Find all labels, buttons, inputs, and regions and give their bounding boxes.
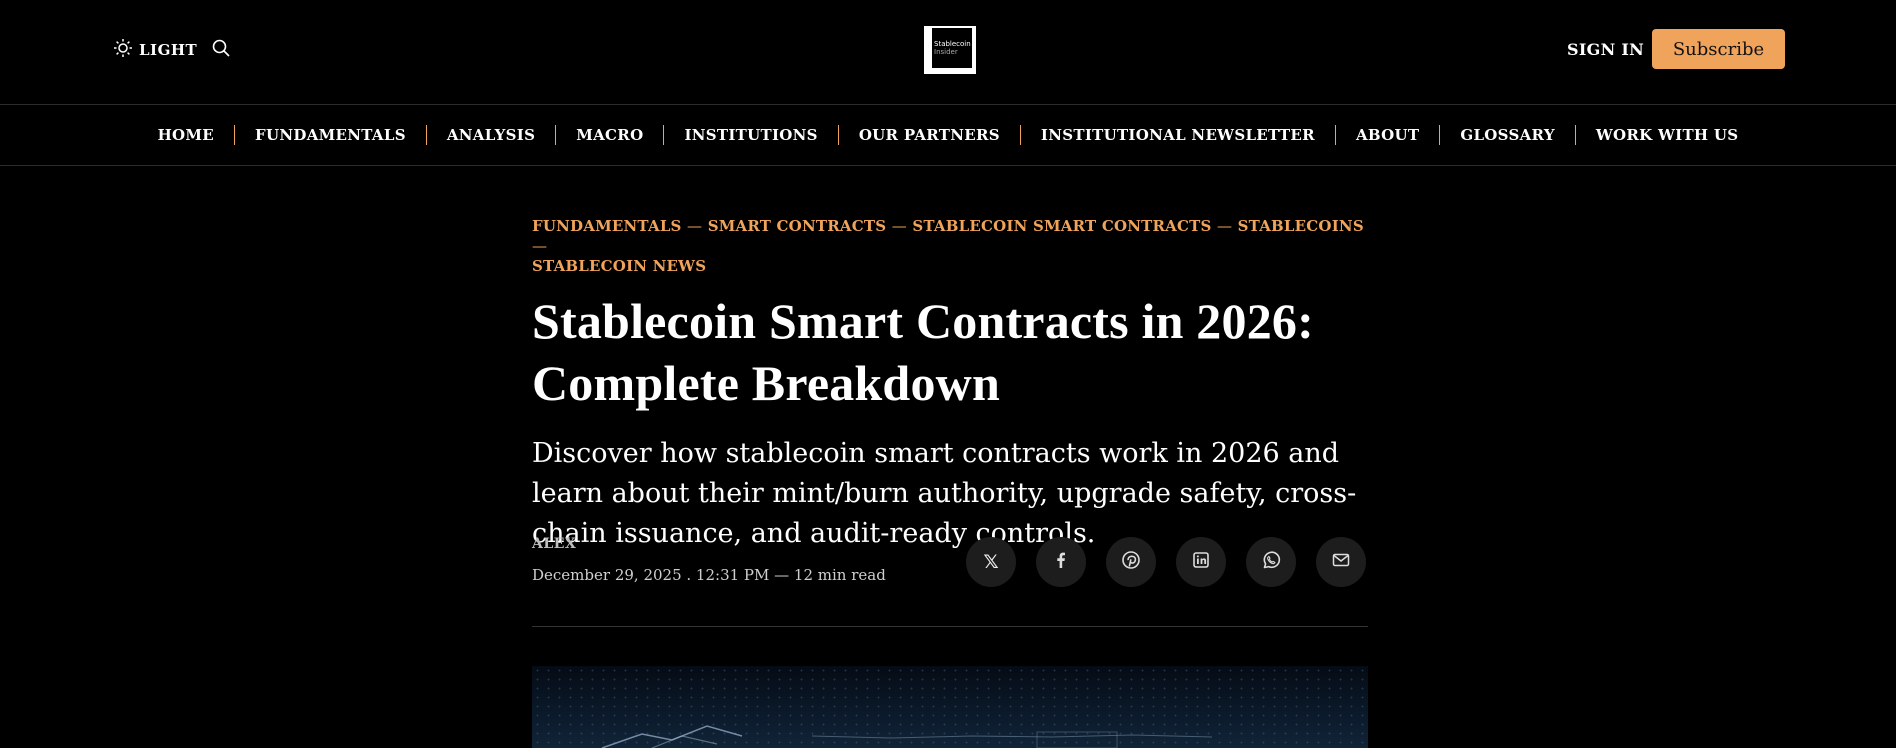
nav-item-institutional-newsletter[interactable]: INSTITUTIONAL NEWSLETTER <box>1021 126 1335 144</box>
search-button[interactable] <box>211 38 231 60</box>
article-title-line2: Complete Breakdown <box>532 355 1000 411</box>
article-title-line1: Stablecoin Smart Contracts in 2026: <box>532 293 1314 349</box>
share-email-button[interactable] <box>1316 537 1366 587</box>
share-bar: 𝕏 <box>966 537 1366 587</box>
nav-item-glossary[interactable]: GLOSSARY <box>1440 126 1575 144</box>
category-separator: — <box>532 237 548 255</box>
theme-toggle[interactable]: LIGHT <box>113 38 197 62</box>
top-bar: LIGHT Stablecoin Insider SIGN IN Subscri… <box>0 0 1896 105</box>
share-whatsapp-button[interactable] <box>1246 537 1296 587</box>
nav-item-institutions[interactable]: INSTITUTIONS <box>664 126 837 144</box>
nav-item-our-partners[interactable]: OUR PARTNERS <box>839 126 1020 144</box>
subscribe-button[interactable]: Subscribe <box>1652 29 1785 69</box>
whatsapp-icon <box>1261 550 1281 574</box>
nav-item-macro[interactable]: MACRO <box>556 126 663 144</box>
nav-item-analysis[interactable]: ANALYSIS <box>427 126 555 144</box>
pinterest-icon <box>1121 550 1141 574</box>
sun-icon <box>113 38 133 62</box>
category-separator: — <box>891 217 907 235</box>
category-link-stablecoins[interactable]: STABLECOINS <box>1238 217 1364 235</box>
share-x-button[interactable]: 𝕏 <box>966 537 1016 587</box>
theme-label: LIGHT <box>139 41 198 59</box>
main-nav: HOME FUNDAMENTALS ANALYSIS MACRO INSTITU… <box>0 104 1896 166</box>
share-pinterest-button[interactable] <box>1106 537 1156 587</box>
share-facebook-button[interactable] <box>1036 537 1086 587</box>
hero-image <box>532 666 1368 748</box>
category-link-stablecoin-smart-contracts[interactable]: STABLECOIN SMART CONTRACTS <box>912 217 1211 235</box>
logo-text: Stablecoin Insider <box>934 40 971 56</box>
category-link-smart-contracts[interactable]: SMART CONTRACTS <box>708 217 887 235</box>
category-breadcrumb: FUNDAMENTALS — SMART CONTRACTS — STABLEC… <box>532 216 1368 276</box>
nav-item-about[interactable]: ABOUT <box>1336 126 1439 144</box>
sign-in-link[interactable]: SIGN IN <box>1567 40 1644 59</box>
nav-item-home[interactable]: HOME <box>138 126 234 144</box>
share-linkedin-button[interactable] <box>1176 537 1226 587</box>
email-icon <box>1331 550 1351 574</box>
x-icon: 𝕏 <box>983 551 999 573</box>
publish-dateline: December 29, 2025 . 12:31 PM — 12 min re… <box>532 566 886 584</box>
hero-graphic <box>601 725 1213 748</box>
logo-line1: Stablecoin <box>934 40 971 48</box>
search-icon <box>211 39 231 62</box>
logo-line2: Insider <box>934 48 958 56</box>
facebook-icon <box>1051 550 1071 574</box>
category-separator: — <box>687 217 703 235</box>
category-separator: — <box>1216 217 1233 235</box>
category-link-fundamentals[interactable]: FUNDAMENTALS <box>532 217 682 235</box>
article-header: FUNDAMENTALS — SMART CONTRACTS — STABLEC… <box>532 216 1368 554</box>
linkedin-icon <box>1191 550 1211 574</box>
article-meta: ALEX December 29, 2025 . 12:31 PM — 12 m… <box>532 536 886 584</box>
nav-item-work-with-us[interactable]: WORK WITH US <box>1576 126 1759 144</box>
article-divider <box>532 626 1368 627</box>
article-title: Stablecoin Smart Contracts in 2026: Comp… <box>532 290 1368 414</box>
category-link-stablecoin-news[interactable]: STABLECOIN NEWS <box>532 257 706 275</box>
author-link[interactable]: ALEX <box>532 536 886 552</box>
site-logo[interactable]: Stablecoin Insider <box>924 26 976 74</box>
nav-item-fundamentals[interactable]: FUNDAMENTALS <box>235 126 426 144</box>
